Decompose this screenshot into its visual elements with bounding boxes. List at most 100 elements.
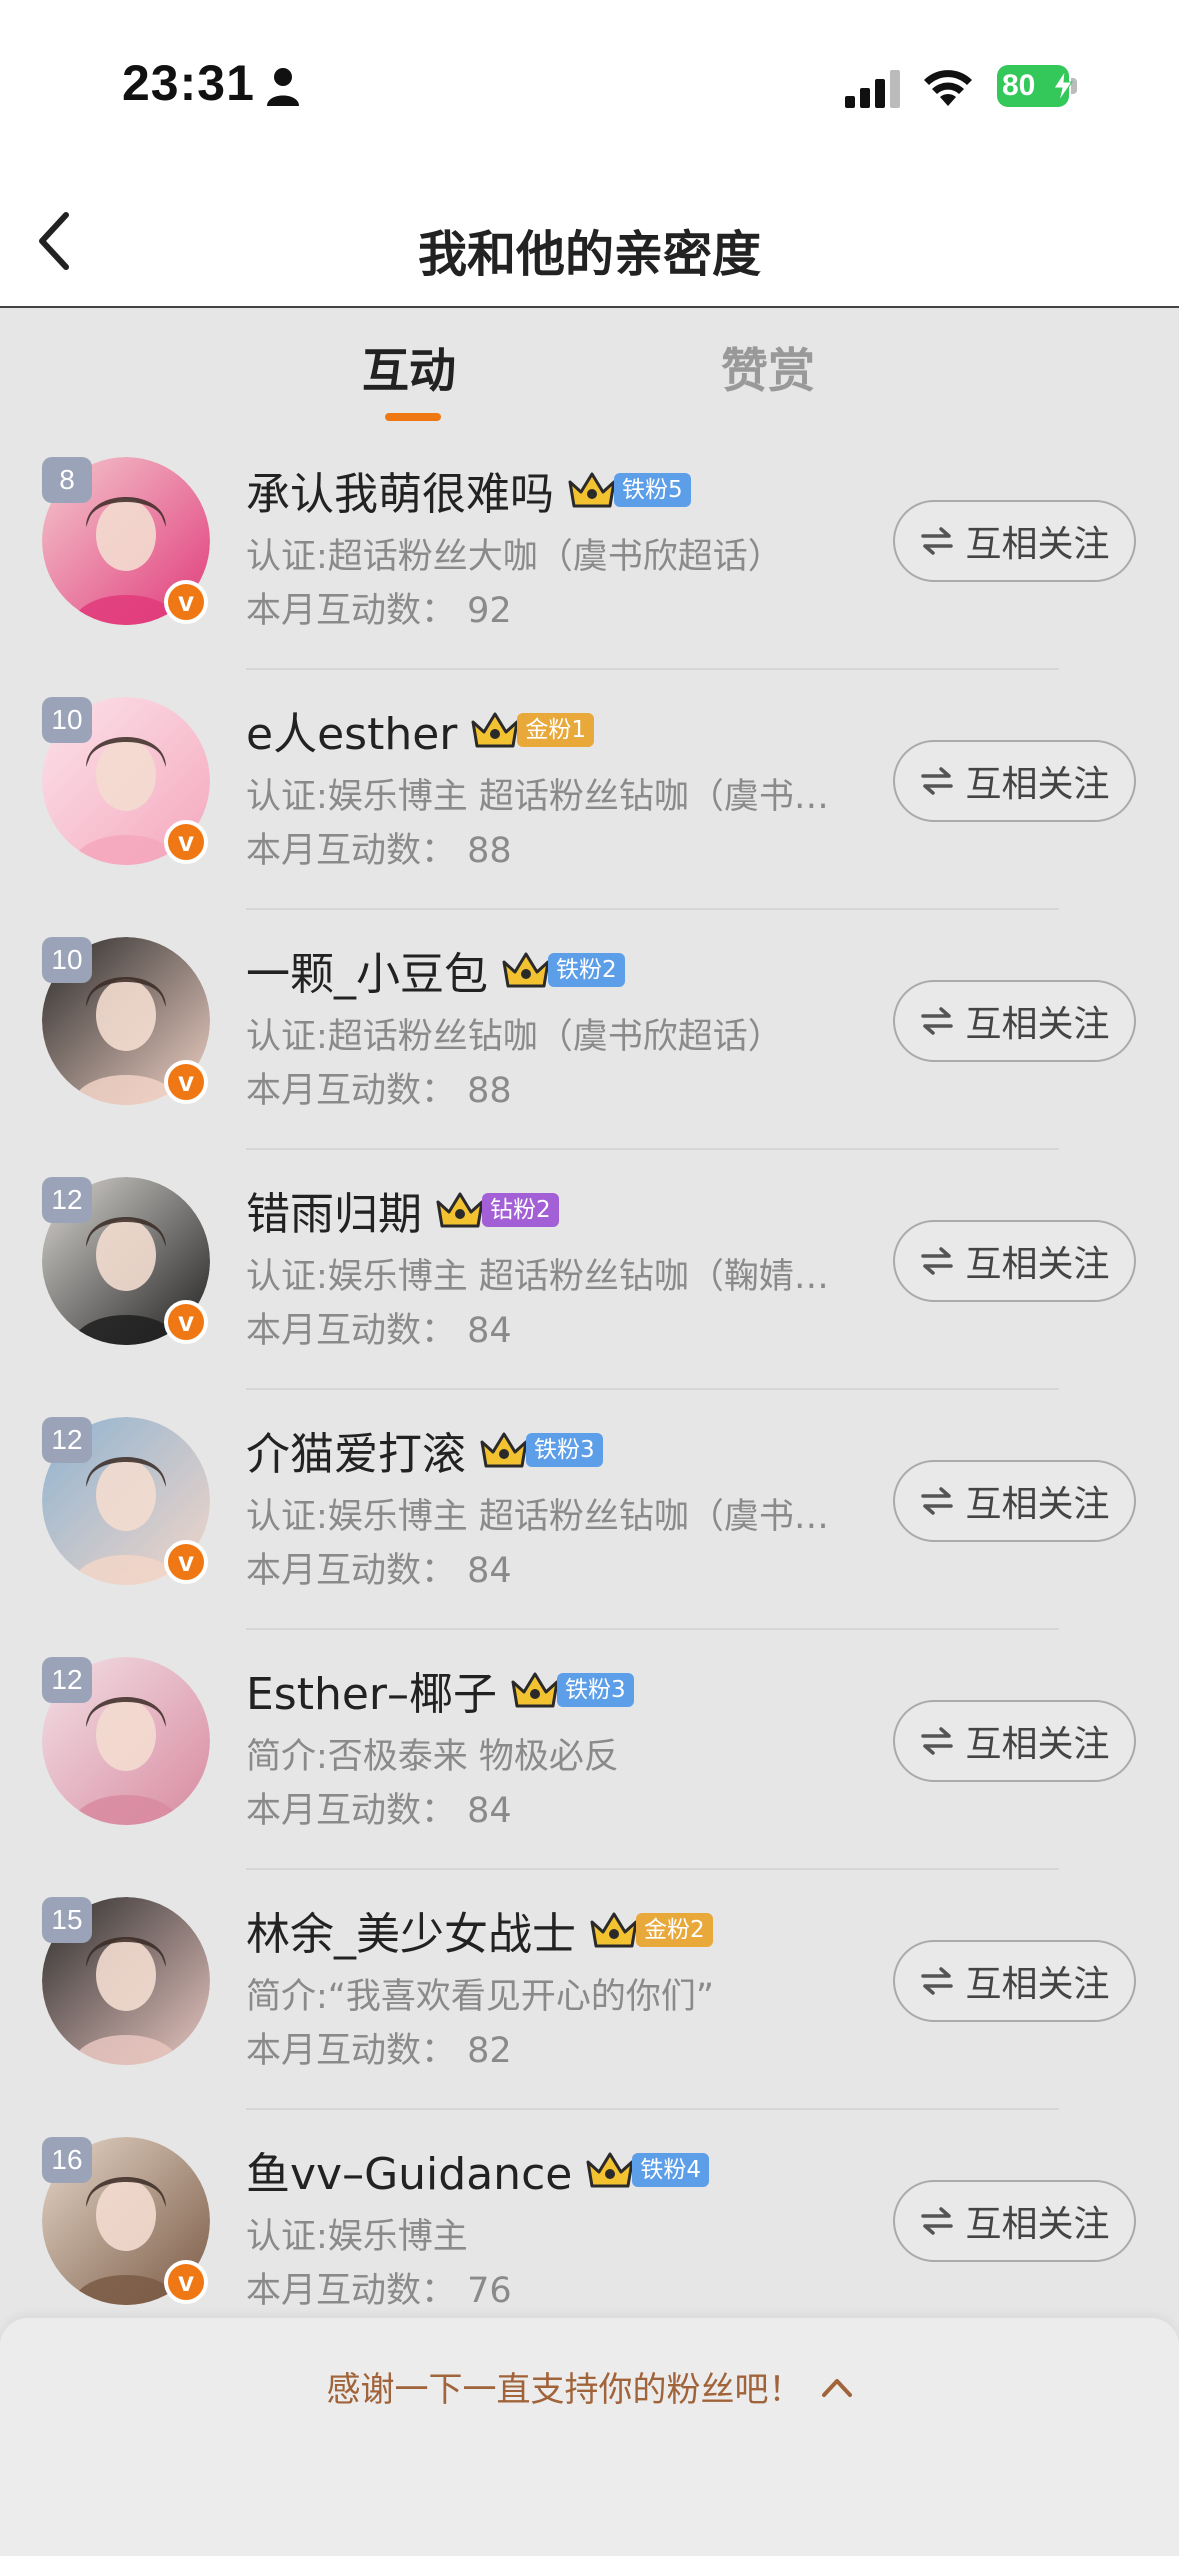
thank-fans-text: 感谢一下一直支持你的粉丝吧！	[326, 2370, 803, 2410]
monthly-interaction-count: 本月互动数： 88	[246, 1071, 512, 1111]
user-name[interactable]: e人esther	[246, 698, 457, 762]
verified-v-icon: v	[164, 1300, 208, 1344]
mutual-follow-label: 互相关注	[965, 1004, 1110, 1045]
name-line: 一颗_小豆包 铁粉2	[246, 940, 625, 1000]
mutual-follow-label: 互相关注	[965, 1964, 1110, 2005]
user-name[interactable]: Esther–椰子	[246, 1658, 497, 1722]
mutual-follow-label: 互相关注	[965, 1484, 1110, 1525]
fan-level-badge: 铁粉5	[614, 473, 691, 507]
user-description: 认证:娱乐博主 超话粉丝钻咖（虞书…	[246, 777, 829, 817]
name-line: 林余_美少女战士 金粉2	[246, 1900, 713, 1960]
rank-badge: 15	[42, 1897, 92, 1943]
crown-icon	[568, 472, 616, 508]
fan-list-item[interactable]: 10 v e人esther 金粉1 认证:娱乐博主 超话粉丝钻咖（虞书… 本月互…	[0, 670, 1179, 910]
fan-level-badge: 铁粉3	[526, 1433, 603, 1467]
user-name[interactable]: 一颗_小豆包	[246, 938, 488, 1002]
name-line: 鱼vv–Guidance 铁粉4	[246, 2140, 709, 2200]
status-bar: 23:31 80	[0, 0, 1179, 175]
user-description: 简介:“我喜欢看见开心的你们”	[246, 1977, 715, 2017]
status-time: 23:31	[122, 55, 255, 111]
user-description: 认证:超话粉丝大咖（虞书欣超话）	[246, 537, 783, 577]
verified-v-icon: v	[164, 580, 208, 624]
name-line: 承认我萌很难吗 铁粉5	[246, 460, 691, 520]
monthly-interaction-count: 本月互动数： 76	[246, 2271, 512, 2311]
rank-badge: 12	[42, 1657, 92, 1703]
thank-fans-prompt[interactable]: 感谢一下一直支持你的粉丝吧！	[0, 2362, 1179, 2411]
mutual-follow-label: 互相关注	[965, 764, 1110, 805]
verified-v-icon: v	[164, 2260, 208, 2304]
person-icon	[267, 68, 299, 106]
fan-level-badge: 钻粉2	[482, 1193, 559, 1227]
monthly-interaction-count: 本月互动数： 84	[246, 1791, 512, 1831]
verified-v-icon: v	[164, 820, 208, 864]
user-name[interactable]: 林余_美少女战士	[246, 1898, 576, 1962]
fan-list-item[interactable]: 12 v 错雨归期 钻粉2 认证:娱乐博主 超话粉丝钻咖（鞠婧… 本月互动数： …	[0, 1150, 1179, 1390]
mutual-follow-label: 互相关注	[965, 524, 1110, 565]
page-title: 我和他的亲密度	[417, 226, 761, 283]
tab-bar: 互动 赞赏	[0, 310, 1179, 430]
rank-badge: 12	[42, 1417, 92, 1463]
rank-badge: 10	[42, 937, 92, 983]
rank-badge: 8	[42, 457, 92, 503]
crown-icon	[471, 712, 519, 748]
monthly-interaction-count: 本月互动数： 92	[246, 591, 512, 631]
mutual-follow-button[interactable]: 互相关注	[893, 1460, 1136, 1542]
mutual-follow-button[interactable]: 互相关注	[893, 1700, 1136, 1782]
fan-level-badge: 铁粉3	[557, 1673, 634, 1707]
mutual-follow-icon	[921, 527, 954, 555]
mutual-follow-icon	[921, 1727, 954, 1755]
fan-list-item[interactable]: 8 v 承认我萌很难吗 铁粉5 认证:超话粉丝大咖（虞书欣超话） 本月互动数： …	[0, 430, 1179, 670]
rank-badge: 10	[42, 697, 92, 743]
crown-icon	[436, 1192, 484, 1228]
user-name[interactable]: 鱼vv–Guidance	[246, 2138, 572, 2202]
nav-bar: 我和他的亲密度	[0, 175, 1179, 308]
tab-reward[interactable]: 赞赏	[721, 332, 815, 401]
battery-indicator: 80	[997, 65, 1077, 107]
user-description: 简介:否极泰来 物极必反	[246, 1737, 619, 1777]
mutual-follow-icon	[921, 2207, 954, 2235]
mutual-follow-label: 互相关注	[965, 1724, 1110, 1765]
charging-bolt-icon	[1053, 71, 1073, 101]
monthly-interaction-count: 本月互动数： 84	[246, 1551, 512, 1591]
mutual-follow-label: 互相关注	[965, 2204, 1110, 2245]
fan-list-item[interactable]: 12 Esther–椰子 铁粉3 简介:否极泰来 物极必反 本月互动数： 84 …	[0, 1630, 1179, 1870]
mutual-follow-button[interactable]: 互相关注	[893, 980, 1136, 1062]
mutual-follow-icon	[921, 1007, 954, 1035]
name-line: 错雨归期 钻粉2	[246, 1180, 559, 1240]
mutual-follow-button[interactable]: 互相关注	[893, 2180, 1136, 2262]
user-name[interactable]: 错雨归期	[246, 1178, 422, 1242]
fan-list-item[interactable]: 16 v 鱼vv–Guidance 铁粉4 认证:娱乐博主 本月互动数： 76 …	[0, 2110, 1179, 2350]
fan-list-item[interactable]: 10 v 一颗_小豆包 铁粉2 认证:超话粉丝钻咖（虞书欣超话） 本月互动数： …	[0, 910, 1179, 1150]
crown-icon	[502, 952, 550, 988]
fan-list: 8 v 承认我萌很难吗 铁粉5 认证:超话粉丝大咖（虞书欣超话） 本月互动数： …	[0, 430, 1179, 2350]
signal-icon	[845, 70, 900, 108]
mutual-follow-button[interactable]: 互相关注	[893, 500, 1136, 582]
user-description: 认证:娱乐博主	[246, 2217, 468, 2257]
user-name[interactable]: 介猫爱打滚	[246, 1418, 466, 1482]
mutual-follow-label: 互相关注	[965, 1244, 1110, 1285]
chevron-up-icon[interactable]	[821, 2376, 853, 2398]
monthly-interaction-count: 本月互动数： 88	[246, 831, 512, 871]
user-name[interactable]: 承认我萌很难吗	[246, 458, 554, 522]
user-description: 认证:娱乐博主 超话粉丝钻咖（虞书…	[246, 1497, 829, 1537]
fan-level-badge: 铁粉4	[632, 2153, 709, 2187]
mutual-follow-icon	[921, 1487, 954, 1515]
tab-interaction[interactable]: 互动	[362, 332, 456, 401]
crown-icon	[480, 1432, 528, 1468]
rank-badge: 16	[42, 2137, 92, 2183]
verified-v-icon: v	[164, 1060, 208, 1104]
mutual-follow-button[interactable]: 互相关注	[893, 1220, 1136, 1302]
fan-list-item[interactable]: 12 v 介猫爱打滚 铁粉3 认证:娱乐博主 超话粉丝钻咖（虞书… 本月互动数：…	[0, 1390, 1179, 1630]
name-line: e人esther 金粉1	[246, 698, 595, 762]
mutual-follow-icon	[921, 1967, 954, 1995]
fan-level-badge: 金粉2	[636, 1913, 713, 1947]
user-description: 认证:娱乐博主 超话粉丝钻咖（鞠婧…	[246, 1257, 829, 1297]
fan-list-item[interactable]: 15 林余_美少女战士 金粉2 简介:“我喜欢看见开心的你们” 本月互动数： 8…	[0, 1870, 1179, 2110]
name-line: 介猫爱打滚 铁粉3	[246, 1420, 603, 1480]
mutual-follow-button[interactable]: 互相关注	[893, 740, 1136, 822]
rank-badge: 12	[42, 1177, 92, 1223]
crown-icon	[590, 1912, 638, 1948]
name-line: Esther–椰子 铁粉3	[246, 1660, 634, 1720]
mutual-follow-button[interactable]: 互相关注	[893, 1940, 1136, 2022]
bottom-sheet[interactable]: 感谢一下一直支持你的粉丝吧！	[0, 2318, 1179, 2556]
